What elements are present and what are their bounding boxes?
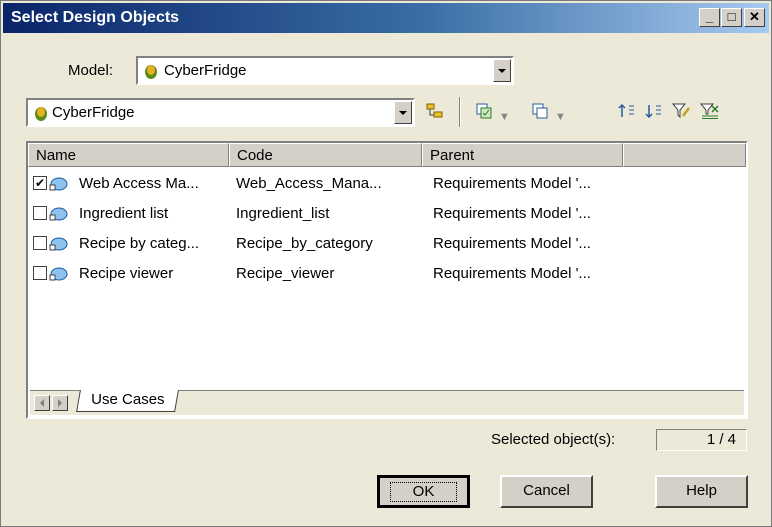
row-checkbox[interactable]: ✔: [33, 176, 47, 190]
row-parent: Requirements Model '...: [433, 205, 591, 222]
move-to-bottom-icon[interactable]: [644, 102, 664, 124]
column-header-parent[interactable]: Parent: [422, 143, 623, 167]
table-row[interactable]: Ingredient list Ingredient_list Requirem…: [28, 201, 746, 227]
model-label: Model:: [68, 62, 114, 79]
row-name: Recipe by categ...: [79, 235, 200, 252]
deselect-all-icon[interactable]: ▼: [531, 102, 566, 124]
selected-objects-label: Selected object(s):: [491, 431, 616, 448]
table-row[interactable]: Recipe viewer Recipe_viewer Requirements…: [28, 261, 746, 287]
use-case-icon: [49, 237, 68, 251]
row-code: Web_Access_Mana...: [236, 175, 382, 192]
use-case-icon: [49, 177, 68, 191]
include-subpackages-icon[interactable]: [425, 102, 445, 124]
use-case-icon: [49, 267, 68, 281]
use-case-icon: [49, 207, 68, 221]
package-select[interactable]: CyberFridge: [26, 98, 415, 127]
select-all-icon[interactable]: ▼: [475, 102, 510, 124]
minimize-icon[interactable]: _: [699, 8, 720, 27]
chevron-down-icon[interactable]: ▼: [499, 111, 510, 123]
row-name: Recipe viewer: [79, 265, 174, 282]
maximize-icon[interactable]: □: [721, 8, 742, 27]
cancel-button[interactable]: Cancel: [500, 475, 593, 508]
row-code: Recipe_by_category: [236, 235, 373, 252]
filter-icon[interactable]: [671, 102, 691, 124]
row-parent: Requirements Model '...: [433, 265, 591, 282]
tab-use-cases[interactable]: Use Cases: [76, 390, 180, 412]
selected-count: 1 / 4: [656, 429, 747, 451]
model-select[interactable]: CyberFridge: [136, 56, 514, 85]
tab-scroll-left-icon[interactable]: [34, 395, 50, 411]
package-value: CyberFridge: [52, 104, 135, 121]
package-dropdown-button[interactable]: [394, 101, 412, 124]
row-code: Ingredient_list: [236, 205, 330, 222]
help-button[interactable]: Help: [655, 475, 748, 508]
table-row[interactable]: Recipe by categ... Recipe_by_category Re…: [28, 231, 746, 257]
move-to-top-icon[interactable]: [617, 102, 637, 124]
row-checkbox[interactable]: [33, 266, 47, 280]
close-icon[interactable]: ✕: [744, 8, 765, 27]
chevron-down-icon[interactable]: ▼: [555, 111, 566, 123]
row-name: Ingredient list: [79, 205, 169, 222]
model-icon: [35, 107, 47, 121]
toolbar-separator: [459, 97, 461, 127]
select-design-objects-dialog: Select Design Objects _ □ ✕ Model: Cyber…: [0, 0, 772, 527]
model-icon: [145, 65, 157, 79]
objects-list[interactable]: Name Code Parent ✔ Web Access Ma... Web_…: [26, 141, 748, 419]
row-code: Recipe_viewer: [236, 265, 335, 282]
column-header-empty: [623, 143, 746, 167]
clear-filter-icon[interactable]: [699, 102, 721, 124]
row-parent: Requirements Model '...: [433, 175, 591, 192]
tab-scroll-right-icon[interactable]: [52, 395, 68, 411]
row-parent: Requirements Model '...: [433, 235, 591, 252]
row-name: Web Access Ma...: [79, 175, 199, 192]
table-row[interactable]: ✔ Web Access Ma... Web_Access_Mana... Re…: [28, 171, 746, 197]
tab-bar: Use Cases: [30, 390, 744, 415]
ok-button[interactable]: OK: [377, 475, 470, 508]
title-bar[interactable]: Select Design Objects _ □ ✕: [3, 3, 769, 33]
model-value: CyberFridge: [164, 62, 247, 79]
row-checkbox[interactable]: [33, 236, 47, 250]
column-header-code[interactable]: Code: [229, 143, 422, 167]
model-dropdown-button[interactable]: [493, 59, 511, 82]
window-title: Select Design Objects: [11, 9, 180, 26]
column-header-name[interactable]: Name: [28, 143, 229, 167]
row-checkbox[interactable]: [33, 206, 47, 220]
